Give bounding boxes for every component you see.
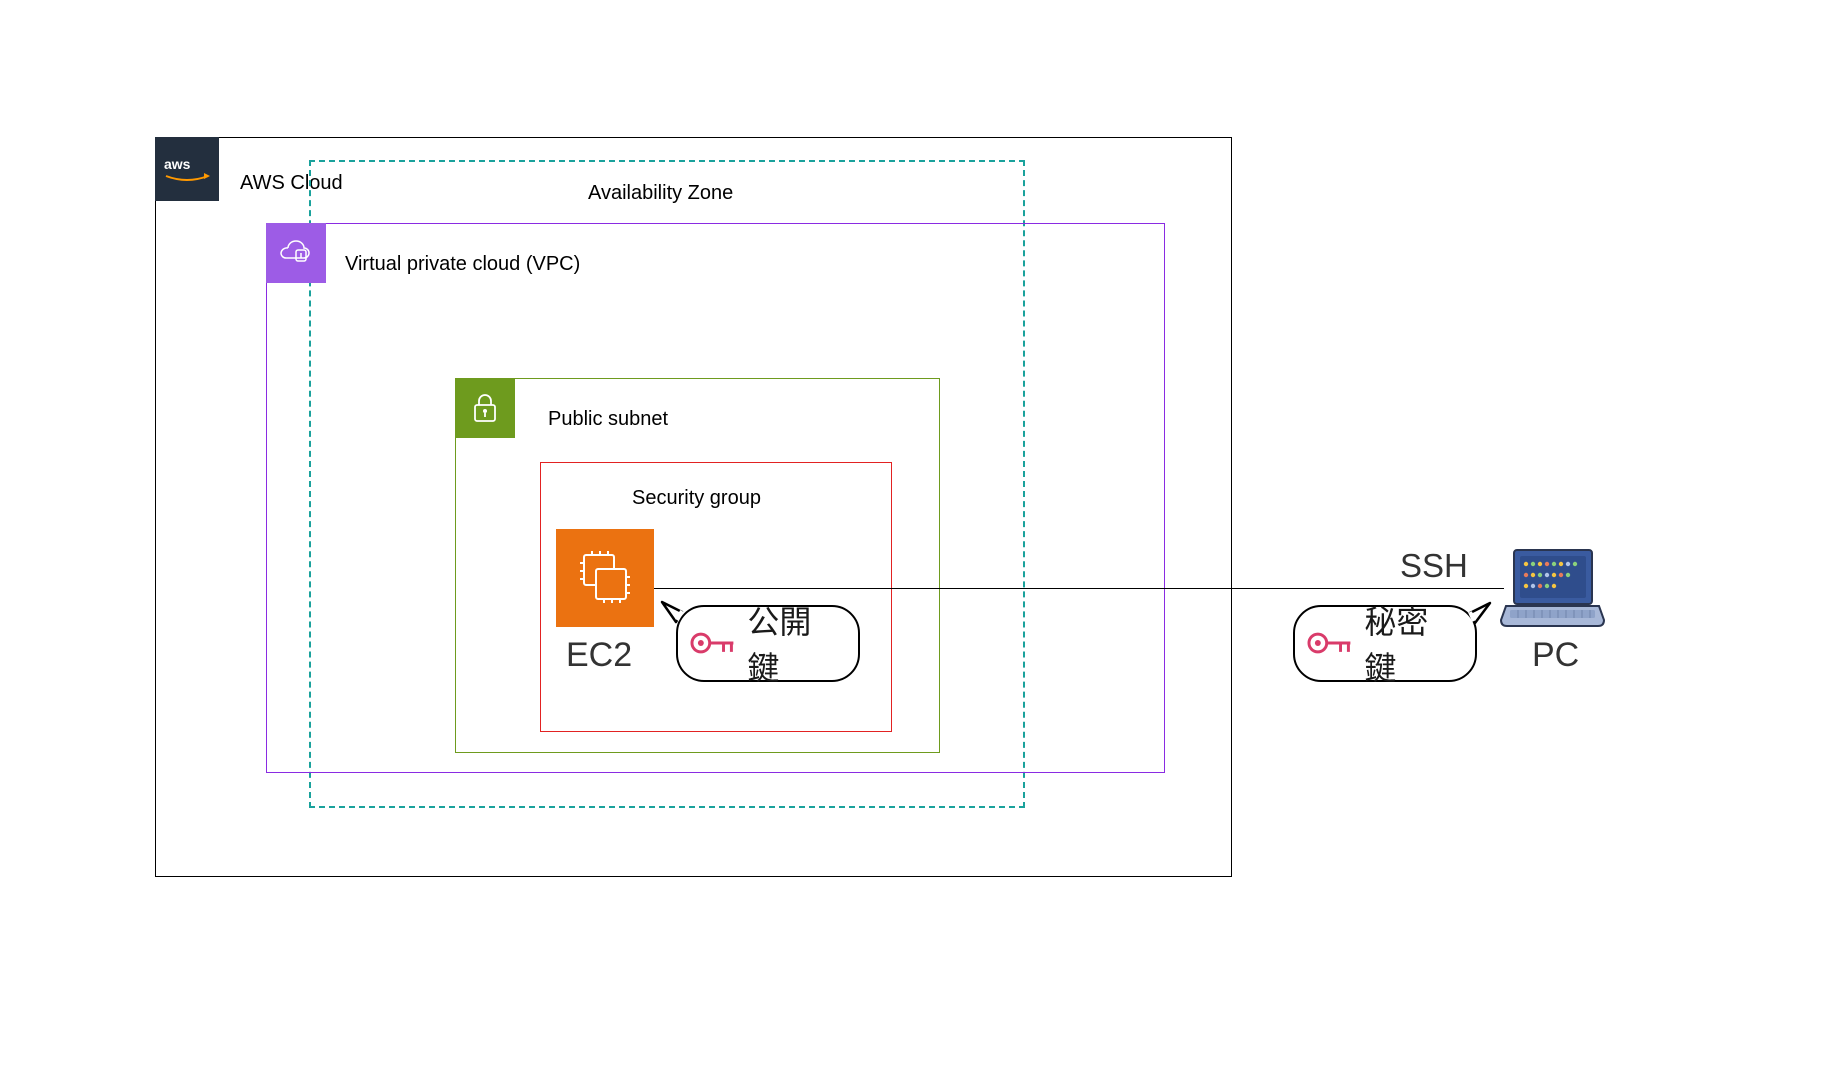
vpc-label: Virtual private cloud (VPC)	[345, 253, 580, 276]
aws-icon: aws	[155, 137, 219, 201]
security-group-label: Security group	[632, 487, 761, 510]
ec2-label: EC2	[566, 636, 632, 675]
key-icon	[1307, 625, 1354, 661]
vpc-icon	[266, 223, 326, 283]
pc-icon	[1500, 548, 1605, 628]
pc-label: PC	[1532, 636, 1579, 675]
diagram-canvas: aws AWS Cloud Availability Zone Virtual …	[0, 0, 1844, 1090]
ec2-icon	[556, 529, 654, 627]
private-key-label: 秘密鍵	[1364, 597, 1459, 689]
public-key-label: 公開鍵	[747, 597, 842, 689]
ssh-label: SSH	[1400, 547, 1468, 585]
public-key-bubble: 公開鍵	[676, 605, 860, 682]
ssh-connection-line	[654, 588, 1504, 589]
public-key-tail	[660, 600, 684, 624]
subnet-lock-icon	[455, 378, 515, 438]
public-subnet-label: Public subnet	[548, 408, 668, 431]
svg-text:aws: aws	[164, 156, 191, 172]
private-key-bubble: 秘密鍵	[1293, 605, 1477, 682]
private-key-tail	[1468, 601, 1492, 625]
key-icon	[690, 625, 737, 661]
availability-zone-label: Availability Zone	[588, 182, 733, 205]
